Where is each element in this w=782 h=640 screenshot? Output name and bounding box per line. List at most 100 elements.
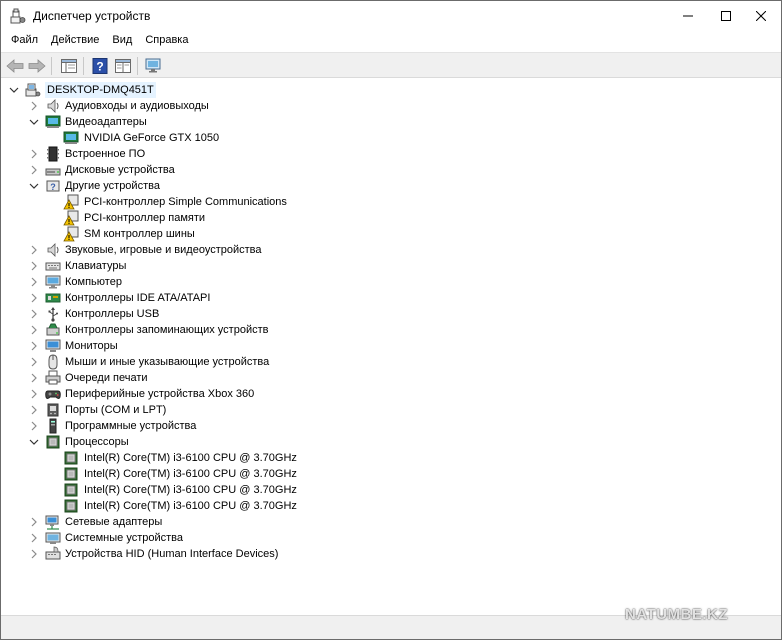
chevron-right-icon[interactable] <box>29 149 39 159</box>
device-label: Программные устройства <box>65 420 197 432</box>
toolbar-separator <box>83 57 84 75</box>
device-category[interactable]: Программные устройства <box>29 418 729 434</box>
minimize-icon <box>683 15 693 17</box>
hid-icon <box>45 546 61 560</box>
device-category[interactable]: Звуковые, игровые и видеоустройства <box>29 242 729 258</box>
device-item[interactable]: NVIDIA GeForce GTX 1050 <box>63 130 743 146</box>
device-category[interactable]: ? Другие устройства <box>29 178 729 194</box>
chevron-right-icon[interactable] <box>29 341 39 351</box>
device-category[interactable]: Контроллеры IDE ATA/ATAPI <box>29 290 729 306</box>
menu-view[interactable]: Вид <box>106 31 138 50</box>
chevron-right-icon[interactable] <box>29 517 39 527</box>
show-hide-console-tree-button[interactable] <box>59 56 79 76</box>
device-category[interactable]: Дисковые устройства <box>29 162 729 178</box>
device-category[interactable]: Периферийные устройства Xbox 360 <box>29 386 729 402</box>
device-category[interactable]: Очереди печати <box>29 370 729 386</box>
device-label: Мониторы <box>65 340 118 352</box>
menu-action[interactable]: Действие <box>45 31 105 50</box>
chevron-right-icon[interactable] <box>29 373 39 383</box>
device-item[interactable]: Intel(R) Core(TM) i3-6100 CPU @ 3.70GHz <box>63 450 743 466</box>
device-category[interactable]: Компьютер <box>29 274 729 290</box>
console-tree-icon <box>61 59 77 73</box>
device-manager-window: Диспетчер устройств Файл Действие Вид Сп… <box>0 0 782 640</box>
device-category[interactable]: Встроенное ПО <box>29 146 729 162</box>
chevron-right-icon[interactable] <box>29 533 39 543</box>
device-category[interactable]: Порты (COM и LPT) <box>29 402 729 418</box>
chevron-right-icon[interactable] <box>29 245 39 255</box>
device-item[interactable]: Intel(R) Core(TM) i3-6100 CPU @ 3.70GHz <box>63 482 743 498</box>
device-label: Звуковые, игровые и видеоустройства <box>65 244 262 256</box>
watermark-label: NATUMBE.KZ <box>625 606 729 623</box>
help-button[interactable]: ? <box>90 56 110 76</box>
menu-file[interactable]: Файл <box>5 31 44 50</box>
device-category[interactable]: Мониторы <box>29 338 729 354</box>
chevron-right-icon[interactable] <box>29 389 39 399</box>
computer-root-icon <box>25 83 41 97</box>
device-category[interactable]: Контроллеры запоминающих устройств <box>29 322 729 338</box>
chevron-down-icon[interactable] <box>29 117 39 127</box>
forward-button[interactable] <box>27 56 47 76</box>
chevron-right-icon[interactable] <box>29 165 39 175</box>
device-category[interactable]: Мыши и иные указывающие устройства <box>29 354 729 370</box>
device-category[interactable]: Контроллеры USB <box>29 306 729 322</box>
device-manager-app-icon <box>10 8 26 24</box>
back-button[interactable] <box>5 56 25 76</box>
device-label: NVIDIA GeForce GTX 1050 <box>84 132 220 144</box>
chevron-down-icon[interactable] <box>29 181 39 191</box>
device-item[interactable]: PCI-контроллер памяти <box>63 210 743 226</box>
device-item[interactable]: Intel(R) Core(TM) i3-6100 CPU @ 3.70GHz <box>63 498 743 514</box>
device-item[interactable]: PCI-контроллер Simple Communications <box>63 194 743 210</box>
device-category[interactable]: Видеоадаптеры <box>29 114 729 130</box>
toolbar-separator <box>137 57 138 75</box>
chevron-right-icon[interactable] <box>29 421 39 431</box>
help-icon: ? <box>92 58 108 74</box>
chevron-right-icon[interactable] <box>29 405 39 415</box>
chevron-right-icon[interactable] <box>29 261 39 271</box>
chevron-right-icon[interactable] <box>29 101 39 111</box>
svg-text:?: ? <box>50 182 56 192</box>
processor-icon <box>64 467 78 481</box>
device-item[interactable]: SM контроллер шины <box>63 226 743 242</box>
device-label: Очереди печати <box>65 372 148 384</box>
device-label: Порты (COM и LPT) <box>65 404 167 416</box>
chevron-down-icon[interactable] <box>29 437 39 447</box>
device-label: Встроенное ПО <box>65 148 146 160</box>
device-label: PCI-контроллер памяти <box>84 212 206 224</box>
device-label: Мыши и иные указывающие устройства <box>65 356 270 368</box>
device-category[interactable]: Системные устройства <box>29 530 729 546</box>
menu-help[interactable]: Справка <box>139 31 194 50</box>
menu-bar: Файл Действие Вид Справка <box>1 31 781 50</box>
device-item[interactable]: Intel(R) Core(TM) i3-6100 CPU @ 3.70GHz <box>63 466 743 482</box>
device-category[interactable]: Клавиатуры <box>29 258 729 274</box>
scan-hardware-button[interactable] <box>144 56 164 76</box>
properties-button[interactable] <box>113 56 133 76</box>
device-category[interactable]: Аудиовходы и аудиовыходы <box>29 98 729 114</box>
processor-icon <box>64 499 78 513</box>
title-bar[interactable]: Диспетчер устройств <box>1 1 781 31</box>
tree-root[interactable]: DESKTOP-DMQ451T <box>7 82 167 98</box>
chevron-right-icon[interactable] <box>29 357 39 367</box>
processor-icon <box>46 435 60 449</box>
chevron-right-icon[interactable] <box>29 277 39 287</box>
chevron-right-icon[interactable] <box>29 549 39 559</box>
device-label: Intel(R) Core(TM) i3-6100 CPU @ 3.70GHz <box>84 484 297 496</box>
device-tree[interactable]: DESKTOP-DMQ451T Аудиовходы и аудиовыходы… <box>1 79 781 615</box>
gamepad-icon <box>45 390 61 399</box>
close-button[interactable] <box>741 1 781 31</box>
device-label: Компьютер <box>65 276 122 288</box>
firmware-icon <box>47 146 59 162</box>
device-category[interactable]: Процессоры <box>29 434 729 450</box>
device-label: Intel(R) Core(TM) i3-6100 CPU @ 3.70GHz <box>84 468 297 480</box>
chevron-right-icon[interactable] <box>29 325 39 335</box>
device-label: Клавиатуры <box>65 260 127 272</box>
computer-name-label: DESKTOP-DMQ451T <box>45 82 156 98</box>
device-label: Контроллеры запоминающих устройств <box>65 324 269 336</box>
chevron-right-icon[interactable] <box>29 309 39 319</box>
device-label: Процессоры <box>65 436 129 448</box>
ide-controller-icon <box>45 293 61 303</box>
device-category[interactable]: Устройства HID (Human Interface Devices) <box>29 546 729 562</box>
device-label: Видеоадаптеры <box>65 116 147 128</box>
unknown-device-icon: ? <box>46 180 60 192</box>
device-category[interactable]: Сетевые адаптеры <box>29 514 729 530</box>
chevron-right-icon[interactable] <box>29 293 39 303</box>
